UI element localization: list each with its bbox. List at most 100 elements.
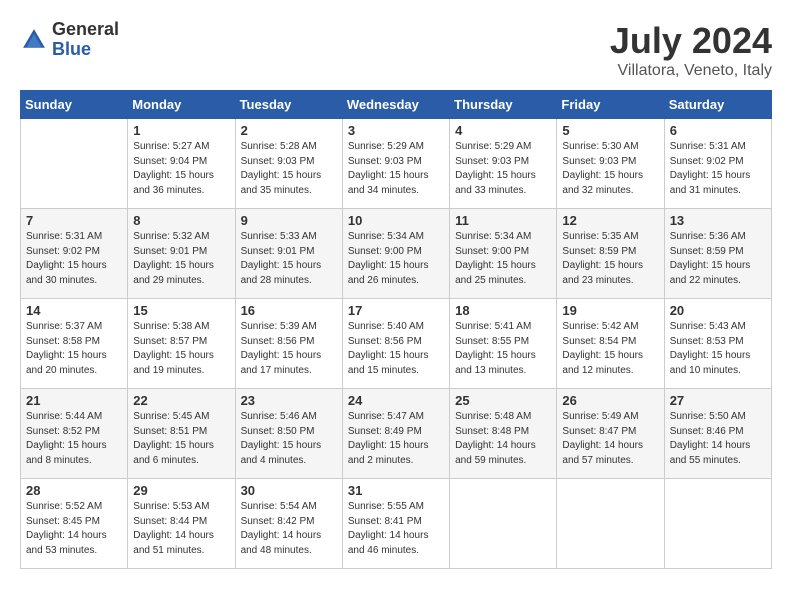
calendar-cell: 19Sunrise: 5:42 AM Sunset: 8:54 PM Dayli… <box>557 299 664 389</box>
day-info: Sunrise: 5:47 AM Sunset: 8:49 PM Dayligh… <box>348 410 444 468</box>
day-number: 6 <box>670 123 766 138</box>
day-info: Sunrise: 5:40 AM Sunset: 8:56 PM Dayligh… <box>348 320 444 378</box>
day-number: 31 <box>348 483 444 498</box>
calendar-cell: 10 Sunrise: 5:34 AM Sunset: 9:00 PM Dayli… <box>342 209 449 299</box>
day-number: 18 <box>455 303 551 318</box>
day-number: 22 <box>133 393 229 408</box>
day-info: Sunrise: 5:43 AM Sunset: 8:53 PM Dayligh… <box>670 320 766 378</box>
day-info: Sunrise: 5:32 AM Sunset: 9:01 PM Dayligh… <box>133 230 229 288</box>
calendar-cell: 9Sunrise: 5:33 AM Sunset: 9:01 PM Daylig… <box>235 209 342 299</box>
day-number: 3 <box>348 123 444 138</box>
day-number: 29 <box>133 483 229 498</box>
calendar-cell: 31 Sunrise: 5:55 AM Sunset: 8:41 PM Dayli… <box>342 479 449 569</box>
calendar-table: SundayMondayTuesdayWednesdayThursdayFrid… <box>20 90 772 569</box>
calendar-cell: 18 Sunrise: 5:41 AM Sunset: 8:55 PM Dayli… <box>450 299 557 389</box>
calendar-cell: 30 Sunrise: 5:54 AM Sunset: 8:42 PM Dayli… <box>235 479 342 569</box>
day-header-sunday: Sunday <box>21 91 128 119</box>
calendar-cell <box>450 479 557 569</box>
calendar-cell: 20Sunrise: 5:43 AM Sunset: 8:53 PM Dayli… <box>664 299 771 389</box>
calendar-cell: 27 Sunrise: 5:50 AM Sunset: 8:46 PM Dayli… <box>664 389 771 479</box>
calendar-body: 1 Sunrise: 5:27 AM Sunset: 9:04 PM Daylig… <box>21 119 772 569</box>
day-info: Sunrise: 5:34 AM Sunset: 9:00 PM Dayligh… <box>348 230 444 288</box>
day-header-thursday: Thursday <box>450 91 557 119</box>
day-info: Sunrise: 5:36 AM Sunset: 8:59 PM Dayligh… <box>670 230 766 288</box>
calendar-cell: 12Sunrise: 5:35 AM Sunset: 8:59 PM Dayli… <box>557 209 664 299</box>
day-info: Sunrise: 5:42 AM Sunset: 8:54 PM Dayligh… <box>562 320 658 378</box>
day-info: Sunrise: 5:38 AM Sunset: 8:57 PM Dayligh… <box>133 320 229 378</box>
day-info: Sunrise: 5:37 AM Sunset: 8:58 PM Dayligh… <box>26 320 122 378</box>
calendar-cell: 28 Sunrise: 5:52 AM Sunset: 8:45 PM Dayli… <box>21 479 128 569</box>
logo: General Blue <box>20 20 119 60</box>
day-number: 16 <box>241 303 337 318</box>
day-number: 17 <box>348 303 444 318</box>
day-info: Sunrise: 5:41 AM Sunset: 8:55 PM Dayligh… <box>455 320 551 378</box>
day-number: 8 <box>133 213 229 228</box>
day-info: Sunrise: 5:50 AM Sunset: 8:46 PM Dayligh… <box>670 410 766 468</box>
day-info: Sunrise: 5:44 AM Sunset: 8:52 PM Dayligh… <box>26 410 122 468</box>
day-number: 5 <box>562 123 658 138</box>
calendar-cell <box>21 119 128 209</box>
day-info: Sunrise: 5:29 AM Sunset: 9:03 PM Dayligh… <box>348 140 444 198</box>
calendar-cell: 16 Sunrise: 5:39 AM Sunset: 8:56 PM Dayli… <box>235 299 342 389</box>
calendar-week-row: 28 Sunrise: 5:52 AM Sunset: 8:45 PM Dayli… <box>21 479 772 569</box>
day-number: 28 <box>26 483 122 498</box>
day-header-friday: Friday <box>557 91 664 119</box>
day-number: 12 <box>562 213 658 228</box>
day-info: Sunrise: 5:30 AM Sunset: 9:03 PM Dayligh… <box>562 140 658 198</box>
day-number: 9 <box>241 213 337 228</box>
calendar-cell: 11Sunrise: 5:34 AM Sunset: 9:00 PM Dayli… <box>450 209 557 299</box>
day-info: Sunrise: 5:53 AM Sunset: 8:44 PM Dayligh… <box>133 500 229 558</box>
calendar-cell: 23Sunrise: 5:46 AM Sunset: 8:50 PM Dayli… <box>235 389 342 479</box>
logo-blue-text: Blue <box>52 40 119 60</box>
day-number: 13 <box>670 213 766 228</box>
calendar-cell: 6Sunrise: 5:31 AM Sunset: 9:02 PM Daylig… <box>664 119 771 209</box>
day-info: Sunrise: 5:45 AM Sunset: 8:51 PM Dayligh… <box>133 410 229 468</box>
day-header-wednesday: Wednesday <box>342 91 449 119</box>
day-number: 25 <box>455 393 551 408</box>
day-info: Sunrise: 5:39 AM Sunset: 8:56 PM Dayligh… <box>241 320 337 378</box>
calendar-cell: 22 Sunrise: 5:45 AM Sunset: 8:51 PM Dayli… <box>128 389 235 479</box>
day-number: 26 <box>562 393 658 408</box>
day-info: Sunrise: 5:52 AM Sunset: 8:45 PM Dayligh… <box>26 500 122 558</box>
calendar-cell: 25 Sunrise: 5:48 AM Sunset: 8:48 PM Dayli… <box>450 389 557 479</box>
day-info: Sunrise: 5:55 AM Sunset: 8:41 PM Dayligh… <box>348 500 444 558</box>
day-number: 10 <box>348 213 444 228</box>
day-number: 2 <box>241 123 337 138</box>
day-info: Sunrise: 5:49 AM Sunset: 8:47 PM Dayligh… <box>562 410 658 468</box>
calendar-header-row: SundayMondayTuesdayWednesdayThursdayFrid… <box>21 91 772 119</box>
calendar-cell: 14 Sunrise: 5:37 AM Sunset: 8:58 PM Dayli… <box>21 299 128 389</box>
calendar-week-row: 14 Sunrise: 5:37 AM Sunset: 8:58 PM Dayli… <box>21 299 772 389</box>
day-info: Sunrise: 5:48 AM Sunset: 8:48 PM Dayligh… <box>455 410 551 468</box>
logo-general-text: General <box>52 20 119 40</box>
calendar-cell <box>664 479 771 569</box>
day-header-monday: Monday <box>128 91 235 119</box>
day-header-saturday: Saturday <box>664 91 771 119</box>
calendar-cell: 8 Sunrise: 5:32 AM Sunset: 9:01 PM Daylig… <box>128 209 235 299</box>
calendar-cell: 26 Sunrise: 5:49 AM Sunset: 8:47 PM Dayli… <box>557 389 664 479</box>
calendar-week-row: 21Sunrise: 5:44 AM Sunset: 8:52 PM Dayli… <box>21 389 772 479</box>
calendar-week-row: 1 Sunrise: 5:27 AM Sunset: 9:04 PM Daylig… <box>21 119 772 209</box>
day-info: Sunrise: 5:29 AM Sunset: 9:03 PM Dayligh… <box>455 140 551 198</box>
day-info: Sunrise: 5:54 AM Sunset: 8:42 PM Dayligh… <box>241 500 337 558</box>
day-header-tuesday: Tuesday <box>235 91 342 119</box>
day-number: 15 <box>133 303 229 318</box>
calendar-cell: 1 Sunrise: 5:27 AM Sunset: 9:04 PM Daylig… <box>128 119 235 209</box>
calendar-cell: 17 Sunrise: 5:40 AM Sunset: 8:56 PM Dayli… <box>342 299 449 389</box>
day-number: 27 <box>670 393 766 408</box>
day-number: 1 <box>133 123 229 138</box>
calendar-cell: 5 Sunrise: 5:30 AM Sunset: 9:03 PM Daylig… <box>557 119 664 209</box>
subtitle: Villatora, Veneto, Italy <box>610 62 772 80</box>
day-number: 4 <box>455 123 551 138</box>
calendar-cell: 15 Sunrise: 5:38 AM Sunset: 8:57 PM Dayli… <box>128 299 235 389</box>
day-number: 30 <box>241 483 337 498</box>
day-info: Sunrise: 5:27 AM Sunset: 9:04 PM Dayligh… <box>133 140 229 198</box>
calendar-cell: 2 Sunrise: 5:28 AM Sunset: 9:03 PM Daylig… <box>235 119 342 209</box>
day-info: Sunrise: 5:28 AM Sunset: 9:03 PM Dayligh… <box>241 140 337 198</box>
day-number: 14 <box>26 303 122 318</box>
day-number: 11 <box>455 213 551 228</box>
calendar-cell: 13 Sunrise: 5:36 AM Sunset: 8:59 PM Dayli… <box>664 209 771 299</box>
calendar-week-row: 7Sunrise: 5:31 AM Sunset: 9:02 PM Daylig… <box>21 209 772 299</box>
calendar-cell: 3 Sunrise: 5:29 AM Sunset: 9:03 PM Daylig… <box>342 119 449 209</box>
main-title: July 2024 <box>610 20 772 62</box>
day-number: 23 <box>241 393 337 408</box>
